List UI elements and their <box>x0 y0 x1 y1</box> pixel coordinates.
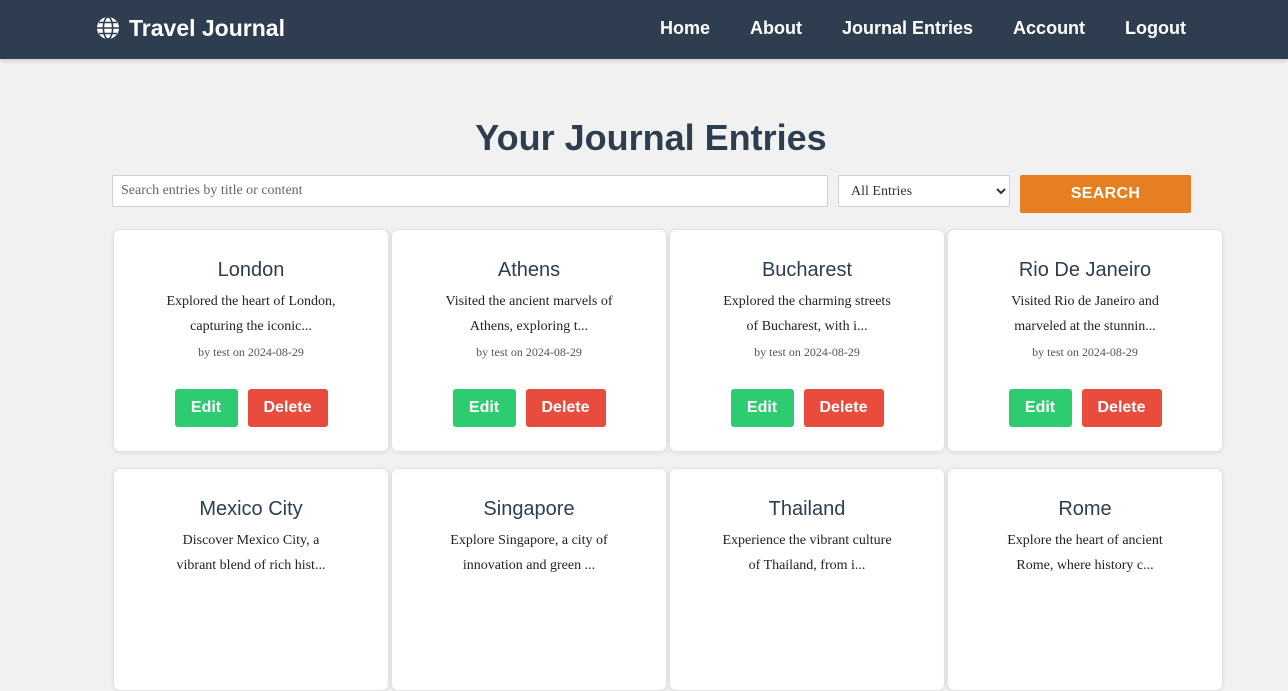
edit-button[interactable]: Edit <box>452 389 516 427</box>
entry-actions: Edit Delete <box>392 389 666 427</box>
entry-title: Bucharest <box>761 259 853 281</box>
entry-title: Thailand <box>768 498 846 520</box>
entry-title: Athens <box>497 259 561 281</box>
entry-meta: by test on 2024-08-29 <box>754 345 860 359</box>
entry-title: Singapore <box>483 498 575 520</box>
entries-grid: London Explored the heart of London, cap… <box>113 229 1225 691</box>
entry-card: Rome Explore the heart of ancient Rome, … <box>947 468 1223 691</box>
entry-meta: by test on 2024-08-29 <box>476 345 582 359</box>
entry-card: Athens Visited the ancient marvels of At… <box>391 229 667 452</box>
entry-excerpt: Explore Singapore, a city of innovation … <box>450 533 608 573</box>
search-input[interactable] <box>112 175 828 207</box>
page-title: Your Journal Entries <box>475 117 827 158</box>
delete-button[interactable]: Delete <box>803 389 884 427</box>
brand-title: Travel Journal <box>129 15 285 41</box>
entry-actions: Edit Delete <box>948 389 1222 427</box>
entry-card: Mexico City Discover Mexico City, a vibr… <box>113 468 389 691</box>
globe-icon <box>97 16 119 40</box>
entry-title: London <box>217 259 285 281</box>
nav-link-home[interactable]: Home <box>660 17 710 39</box>
entry-actions: Edit Delete <box>670 389 944 427</box>
entry-excerpt: Discover Mexico City, a vibrant blend of… <box>176 533 326 573</box>
entry-card: London Explored the heart of London, cap… <box>113 229 389 452</box>
entry-title: Rome <box>1058 498 1112 520</box>
delete-button[interactable]: Delete <box>247 389 328 427</box>
entry-excerpt: Explored the heart of London, capturing … <box>166 294 336 334</box>
edit-button[interactable]: Edit <box>730 389 794 427</box>
delete-button[interactable]: Delete <box>525 389 606 427</box>
nav-link-about[interactable]: About <box>750 17 802 39</box>
delete-button[interactable]: Delete <box>1081 389 1162 427</box>
entry-title: Rio De Janeiro <box>1018 259 1152 281</box>
entry-meta: by test on 2024-08-29 <box>198 345 304 359</box>
entry-excerpt: Explore the heart of ancient Rome, where… <box>1007 533 1163 573</box>
nav-link-account[interactable]: Account <box>1013 17 1085 39</box>
entry-excerpt: Explored the charming streets of Buchare… <box>723 294 891 334</box>
entry-actions: Edit Delete <box>114 389 388 427</box>
brand-link[interactable]: Travel Journal <box>96 14 285 42</box>
edit-button[interactable]: Edit <box>1008 389 1072 427</box>
entry-excerpt: Visited Rio de Janeiro and marveled at t… <box>1011 294 1159 334</box>
entry-title: Mexico City <box>199 498 303 520</box>
nav-links: Home About Journal Entries Account Logou… <box>660 17 1226 39</box>
entry-excerpt: Visited the ancient marvels of Athens, e… <box>445 294 613 334</box>
edit-button[interactable]: Edit <box>174 389 238 427</box>
entry-meta: by test on 2024-08-29 <box>1032 345 1138 359</box>
entry-filter-select[interactable]: All Entries <box>838 175 1010 207</box>
top-navbar: Travel Journal Home About Journal Entrie… <box>0 0 1288 59</box>
entry-excerpt: Experience the vibrant culture of Thaila… <box>722 533 892 573</box>
nav-link-journal-entries[interactable]: Journal Entries <box>842 17 973 39</box>
search-button[interactable]: SEARCH <box>1020 175 1191 213</box>
nav-link-logout[interactable]: Logout <box>1125 17 1186 39</box>
entry-card: Thailand Experience the vibrant culture … <box>669 468 945 691</box>
entry-card: Bucharest Explored the charming streets … <box>669 229 945 452</box>
entry-card: Rio De Janeiro Visited Rio de Janeiro an… <box>947 229 1223 452</box>
entry-card: Singapore Explore Singapore, a city of i… <box>391 468 667 691</box>
